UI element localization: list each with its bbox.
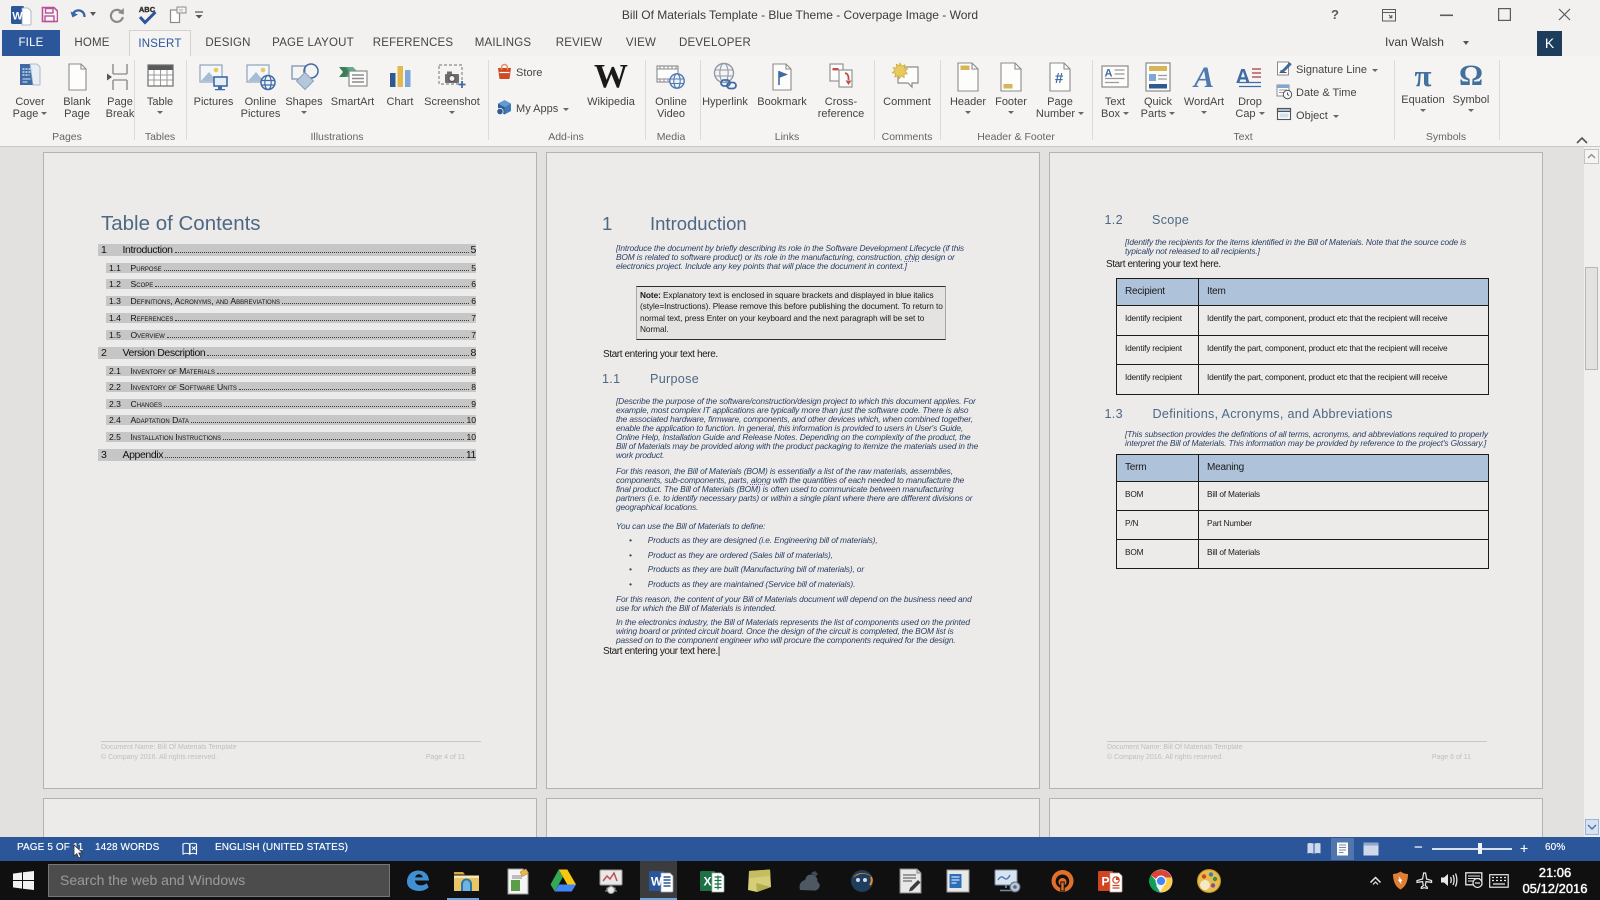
svg-text:A: A <box>1236 66 1250 88</box>
svg-text:#: # <box>1055 70 1064 87</box>
svg-text:A: A <box>1105 68 1113 80</box>
svg-text:A: A <box>1192 61 1214 93</box>
svg-text:P: P <box>1101 875 1109 889</box>
svg-text:X: X <box>703 875 711 889</box>
svg-text:W: W <box>651 875 663 889</box>
